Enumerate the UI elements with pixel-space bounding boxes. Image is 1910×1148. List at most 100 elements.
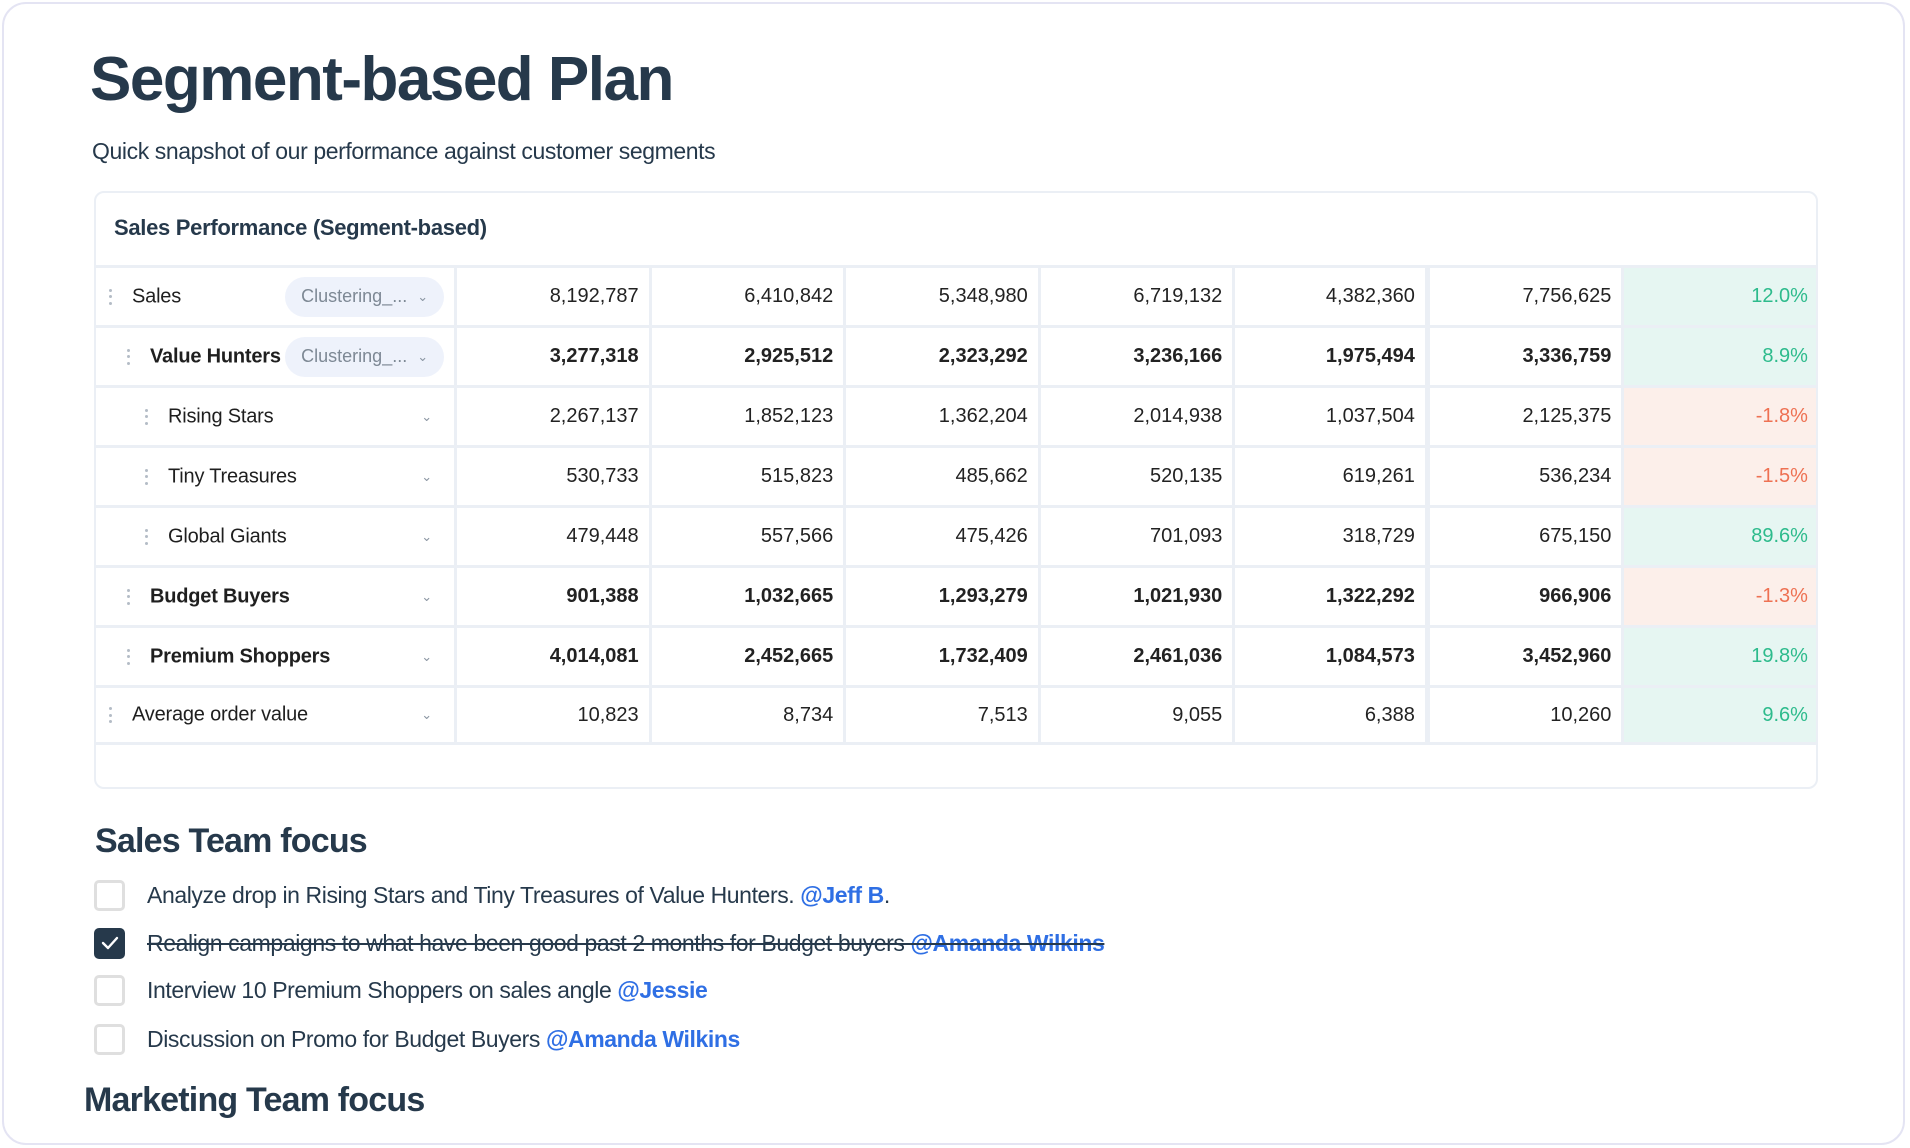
todo-description: Interview 10 Premium Shoppers on sales a… (147, 976, 618, 1003)
table-row: Premium Shoppers ⌄ 4,014,081 2,452,665 1,732… (96, 625, 1816, 685)
value-cell: 318,729 (1235, 508, 1430, 565)
value-cell: 2,461,036 (1041, 628, 1236, 685)
value-cell: 3,452,960 (1430, 628, 1625, 685)
table-row: Sales Clustering_... ⌄ 8,192,787 6,410,842 5,… (96, 265, 1816, 325)
grouping-dropdown[interactable]: Clustering_... ⌄ (285, 276, 445, 317)
chevron-down-icon: ⌄ (417, 288, 429, 304)
row-label-cell: Sales Clustering_... ⌄ (96, 268, 458, 325)
value-cell: 479,448 (457, 508, 652, 565)
chevron-down-icon[interactable]: ⌄ (421, 529, 432, 545)
row-label: Value Hunters (150, 345, 281, 367)
value-cell: 9,055 (1041, 688, 1236, 742)
value-cell: 6,388 (1235, 688, 1430, 742)
value-cell: 520,135 (1041, 448, 1236, 505)
row-label-cell: Budget Buyers ⌄ (96, 568, 458, 625)
table-title: Sales Performance (Segment-based) (114, 215, 487, 240)
drag-handle-icon[interactable] (126, 588, 130, 605)
drag-handle-icon[interactable] (144, 408, 148, 425)
value-cell: 1,852,123 (652, 388, 847, 445)
table-row: Tiny Treasures ⌄ 530,733 515,823 485,662 520,… (96, 445, 1816, 505)
row-label: Premium Shoppers (150, 645, 331, 667)
change-percent-cell: 8.9% (1624, 328, 1816, 385)
todo-checkbox[interactable] (94, 927, 125, 959)
sales-performance-table: Sales Performance (Segment-based) Sales C… (94, 191, 1818, 789)
page-frame: Segment-based Plan Quick snapshot of our… (2, 2, 1905, 1145)
drag-handle-icon[interactable] (108, 707, 112, 723)
todo-description: Realign campaigns to what have been good… (147, 929, 911, 956)
chevron-down-icon[interactable]: ⌄ (421, 649, 432, 665)
value-cell: 536,234 (1430, 448, 1625, 505)
grouping-dropdown[interactable]: Clustering_... ⌄ (285, 336, 445, 377)
value-cell: 5,348,980 (846, 268, 1041, 325)
value-cell: 1,037,504 (1235, 388, 1430, 445)
drag-handle-icon[interactable] (126, 348, 130, 365)
value-cell: 3,236,166 (1041, 328, 1236, 385)
value-cell: 557,566 (652, 508, 847, 565)
todo-text[interactable]: Interview 10 Premium Shoppers on sales a… (147, 976, 708, 1004)
value-cell: 3,336,759 (1430, 328, 1625, 385)
row-label: Tiny Treasures (168, 465, 297, 487)
drag-handle-icon[interactable] (144, 468, 148, 485)
chevron-down-icon[interactable]: ⌄ (421, 707, 432, 723)
value-cell: 1,021,930 (1041, 568, 1236, 625)
value-cell: 2,125,375 (1430, 388, 1625, 445)
todo-text[interactable]: Discussion on Promo for Budget Buyers @A… (147, 1026, 740, 1053)
value-cell: 530,733 (457, 448, 652, 505)
change-percent-cell: -1.3% (1624, 568, 1816, 625)
value-cell: 7,513 (846, 688, 1041, 742)
todo-checkbox[interactable] (94, 879, 125, 911)
value-cell: 2,014,938 (1041, 388, 1236, 445)
grouping-dropdown-value: Clustering_... (301, 346, 408, 366)
todo-text[interactable]: Realign campaigns to what have been good… (147, 929, 1105, 957)
value-cell: 4,382,360 (1235, 268, 1430, 325)
todo-checkbox[interactable] (94, 1023, 125, 1055)
row-label-cell: Value Hunters Clustering_... ⌄ (96, 328, 458, 385)
drag-handle-icon[interactable] (108, 288, 112, 305)
value-cell: 2,267,137 (457, 388, 652, 445)
todo-item: Interview 10 Premium Shoppers on sales a… (94, 973, 708, 1007)
todo-description: Discussion on Promo for Budget Buyers (147, 1025, 546, 1052)
value-cell: 4,014,081 (457, 628, 652, 685)
value-cell: 619,261 (1235, 448, 1430, 505)
user-mention-link[interactable]: @Jeff B (800, 882, 884, 908)
row-label-cell: Global Giants ⌄ (96, 508, 458, 565)
row-label-cell: Rising Stars ⌄ (96, 388, 458, 445)
value-cell: 1,732,409 (846, 628, 1041, 685)
todo-text[interactable]: Analyze drop in Rising Stars and Tiny Tr… (147, 882, 890, 909)
row-label-cell: Premium Shoppers ⌄ (96, 628, 458, 685)
change-percent-cell: 19.8% (1624, 628, 1816, 685)
value-cell: 7,756,625 (1430, 268, 1625, 325)
value-cell: 10,823 (457, 688, 652, 742)
value-cell: 1,322,292 (1235, 568, 1430, 625)
value-cell: 2,925,512 (652, 328, 847, 385)
user-mention-link[interactable]: @Amanda Wilkins (546, 1026, 740, 1052)
value-cell: 6,719,132 (1041, 268, 1236, 325)
todo-description: Analyze drop in Rising Stars and Tiny Tr… (147, 881, 801, 908)
todo-item: Realign campaigns to what have been good… (94, 926, 1105, 960)
todo-item: Discussion on Promo for Budget Buyers @A… (94, 1022, 740, 1056)
value-cell: 515,823 (652, 448, 847, 505)
user-mention-link[interactable]: @Amanda Wilkins (911, 930, 1105, 956)
chevron-down-icon[interactable]: ⌄ (421, 409, 432, 425)
grouping-dropdown-value: Clustering_... (301, 286, 408, 306)
chevron-down-icon: ⌄ (417, 348, 429, 364)
value-cell: 1,084,573 (1235, 628, 1430, 685)
table-row: Value Hunters Clustering_... ⌄ 3,277,318 2,9… (96, 325, 1816, 385)
user-mention-link[interactable]: @Jessie (617, 977, 707, 1003)
row-label: Global Giants (168, 525, 287, 547)
value-cell: 10,260 (1430, 688, 1625, 742)
page-subtitle: Quick snapshot of our performance agains… (92, 138, 716, 164)
value-cell: 8,734 (652, 688, 847, 742)
marketing-focus-heading: Marketing Team focus (84, 1081, 425, 1119)
row-label: Budget Buyers (150, 585, 290, 607)
row-label-cell: Tiny Treasures ⌄ (96, 448, 458, 505)
drag-handle-icon[interactable] (126, 648, 130, 665)
chevron-down-icon[interactable]: ⌄ (421, 589, 432, 605)
chevron-down-icon[interactable]: ⌄ (421, 469, 432, 485)
table-row: Rising Stars ⌄ 2,267,137 1,852,123 1,362,204… (96, 385, 1816, 445)
todo-checkbox[interactable] (94, 974, 125, 1006)
todo-suffix: . (883, 881, 890, 908)
drag-handle-icon[interactable] (144, 528, 148, 545)
change-percent-cell: 89.6% (1624, 508, 1816, 565)
value-cell: 675,150 (1430, 508, 1625, 565)
